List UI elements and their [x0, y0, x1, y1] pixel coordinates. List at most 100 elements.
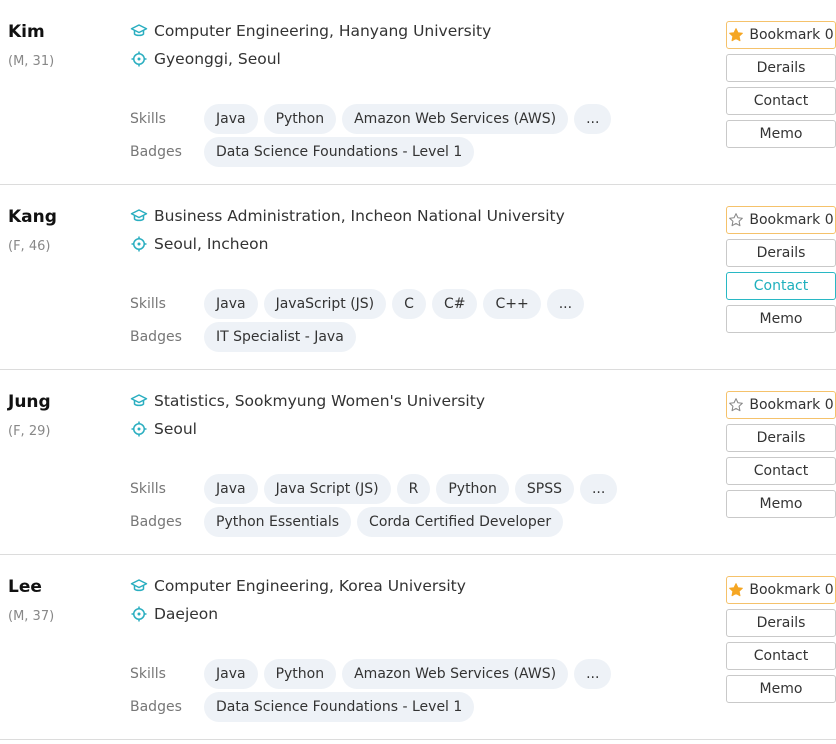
details-button[interactable]: Derails — [726, 54, 836, 82]
badges-label: Badges — [130, 514, 182, 530]
skill-chip: C++ — [483, 289, 541, 319]
skills-label: Skills — [130, 111, 166, 127]
skill-chip: Python — [263, 659, 337, 689]
skills-label: Skills — [130, 666, 166, 682]
candidate-meta: (F, 29) — [8, 424, 51, 439]
skill-chip: Java — [204, 659, 258, 689]
memo-button[interactable]: Memo — [726, 490, 836, 518]
skill-chip: Java Script (JS) — [263, 474, 391, 504]
location-text: Daejeon — [154, 605, 219, 623]
contact-button[interactable]: Contact — [726, 272, 836, 300]
badge-chip: Python Essentials — [204, 507, 352, 537]
candidate-actions: Bookmark 0 Derails Contact Memo — [726, 206, 836, 333]
skill-chip: ... — [574, 659, 612, 689]
star-icon — [729, 213, 744, 227]
candidate-list: Kim (M, 31) Computer Engineering, Hanyan… — [0, 0, 836, 740]
candidate-name[interactable]: Kang — [8, 207, 57, 227]
graduation-cap-icon — [130, 394, 148, 407]
badge-chip: IT Specialist - Java — [204, 322, 356, 352]
candidate-name[interactable]: Lee — [8, 577, 42, 597]
education-text: Computer Engineering, Korea University — [154, 577, 466, 595]
memo-button[interactable]: Memo — [726, 305, 836, 333]
location-line: Seoul, Incheon — [130, 235, 268, 253]
skills-label: Skills — [130, 481, 166, 497]
candidate-card: Kang (F, 46) Business Administration, In… — [0, 185, 836, 370]
candidate-actions: Bookmark 0 Derails Contact Memo — [726, 576, 836, 703]
skill-chip: C — [392, 289, 426, 319]
details-button[interactable]: Derails — [726, 424, 836, 452]
location-line: Seoul — [130, 420, 197, 438]
contact-button[interactable]: Contact — [726, 87, 836, 115]
badges-label: Badges — [130, 699, 182, 715]
bookmark-label: Bookmark 0 — [749, 397, 834, 413]
skill-chip: SPSS — [514, 474, 574, 504]
details-button[interactable]: Derails — [726, 609, 836, 637]
skill-chip: ... — [579, 474, 618, 504]
candidate-meta: (M, 31) — [8, 54, 55, 69]
bookmark-button[interactable]: Bookmark 0 — [726, 206, 836, 234]
location-text: Gyeonggi, Seoul — [154, 50, 281, 68]
candidate-name[interactable]: Kim — [8, 22, 45, 42]
skill-chip: Amazon Web Services (AWS) — [342, 659, 569, 689]
skill-chip: ... — [546, 289, 585, 319]
badges-label: Badges — [130, 329, 182, 345]
location-target-icon — [131, 606, 147, 622]
education-text: Statistics, Sookmyung Women's University — [154, 392, 485, 410]
bookmark-label: Bookmark 0 — [749, 27, 834, 43]
bookmark-button[interactable]: Bookmark 0 — [726, 21, 836, 49]
candidate-meta: (F, 46) — [8, 239, 51, 254]
badges-chip-list: Python Essentials Corda Certified Develop… — [204, 507, 564, 537]
badge-chip: Data Science Foundations - Level 1 — [204, 692, 475, 722]
bookmark-label: Bookmark 0 — [749, 582, 834, 598]
badges-chip-list: IT Specialist - Java — [204, 322, 356, 352]
memo-button[interactable]: Memo — [726, 675, 836, 703]
education-text: Computer Engineering, Hanyang University — [154, 22, 492, 40]
candidate-card: Lee (M, 37) Computer Engineering, Korea … — [0, 555, 836, 740]
location-line: Gyeonggi, Seoul — [130, 50, 281, 68]
contact-button[interactable]: Contact — [726, 642, 836, 670]
badges-label: Badges — [130, 144, 182, 160]
skill-chip: Java — [204, 474, 258, 504]
memo-button[interactable]: Memo — [726, 120, 836, 148]
skill-chip: ... — [574, 104, 612, 134]
education-line: Computer Engineering, Hanyang University — [130, 22, 491, 40]
badges-chip-list: Data Science Foundations - Level 1 — [204, 137, 475, 167]
skill-chip: Java — [204, 104, 258, 134]
skills-chip-list: Java Python Amazon Web Services (AWS)... — [204, 659, 612, 689]
education-line: Business Administration, Incheon Nationa… — [130, 207, 565, 225]
education-line: Computer Engineering, Korea University — [130, 577, 466, 595]
skills-chip-list: Java JavaScript (JS) C C# C++... — [204, 289, 585, 319]
candidate-card: Kim (M, 31) Computer Engineering, Hanyan… — [0, 0, 836, 185]
candidate-actions: Bookmark 0 Derails Contact Memo — [726, 21, 836, 148]
graduation-cap-icon — [130, 209, 148, 222]
location-text: Seoul, Incheon — [154, 235, 269, 253]
star-icon — [729, 28, 744, 42]
badge-chip: Data Science Foundations - Level 1 — [204, 137, 475, 167]
candidate-actions: Bookmark 0 Derails Contact Memo — [726, 391, 836, 518]
skill-chip: Python — [263, 104, 337, 134]
skills-chip-list: Java Java Script (JS) R Python SPSS... — [204, 474, 618, 504]
skill-chip: Amazon Web Services (AWS) — [342, 104, 569, 134]
location-target-icon — [131, 236, 147, 252]
badges-chip-list: Data Science Foundations - Level 1 — [204, 692, 475, 722]
skill-chip: JavaScript (JS) — [263, 289, 387, 319]
bookmark-label: Bookmark 0 — [749, 212, 834, 228]
candidate-name[interactable]: Jung — [8, 392, 51, 412]
skills-chip-list: Java Python Amazon Web Services (AWS)... — [204, 104, 612, 134]
skill-chip: C# — [431, 289, 478, 319]
location-target-icon — [131, 51, 147, 67]
contact-button[interactable]: Contact — [726, 457, 836, 485]
graduation-cap-icon — [130, 579, 148, 592]
bookmark-button[interactable]: Bookmark 0 — [726, 391, 836, 419]
bookmark-button[interactable]: Bookmark 0 — [726, 576, 836, 604]
graduation-cap-icon — [130, 24, 148, 37]
skill-chip: Java — [204, 289, 258, 319]
star-icon — [729, 583, 744, 597]
candidate-meta: (M, 37) — [8, 609, 55, 624]
badge-chip: Corda Certified Developer — [357, 507, 564, 537]
location-text: Seoul — [154, 420, 197, 438]
skill-chip: Python — [436, 474, 509, 504]
skill-chip: R — [396, 474, 431, 504]
details-button[interactable]: Derails — [726, 239, 836, 267]
location-line: Daejeon — [130, 605, 218, 623]
